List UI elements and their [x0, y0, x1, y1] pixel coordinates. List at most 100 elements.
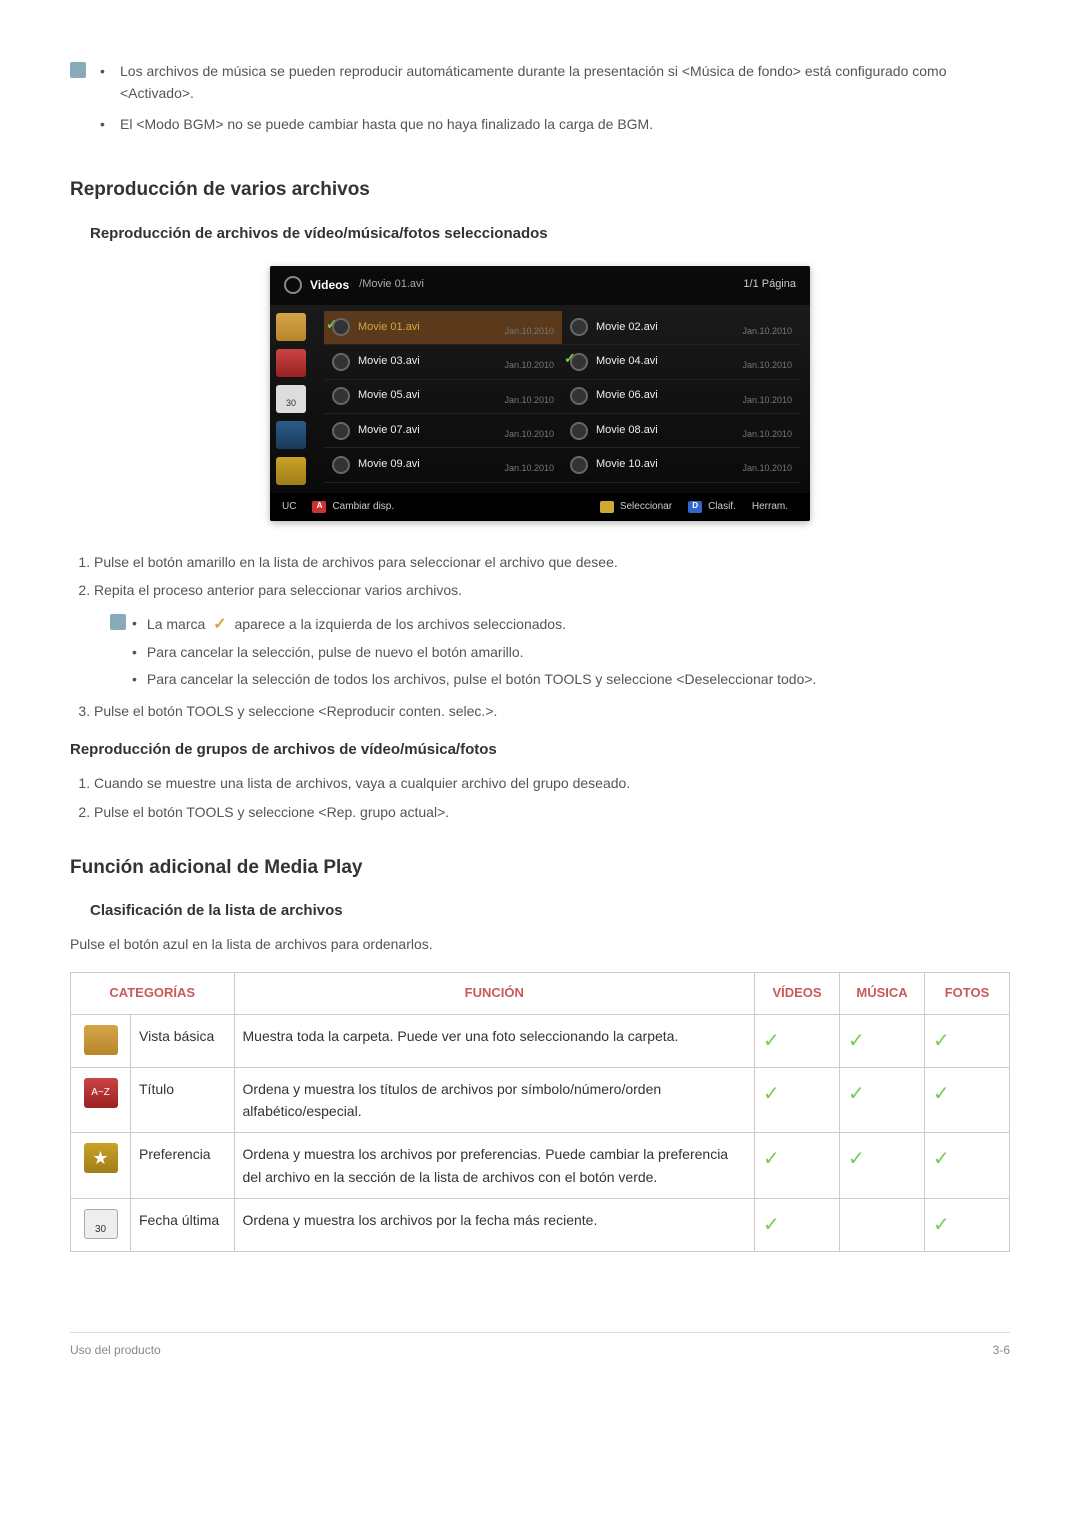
top-notes: • Los archivos de música se pueden repro… — [70, 60, 1010, 135]
check-icon: ✓ — [933, 1030, 950, 1052]
button-d-icon[interactable]: D — [688, 501, 702, 513]
function-desc: Ordena y muestra los títulos de archivos… — [234, 1067, 754, 1133]
reel-icon — [332, 387, 350, 405]
screen-footer: UC A Cambiar disp. Seleccionar D Clasif.… — [270, 493, 810, 521]
check-cell: ✓ — [755, 1133, 840, 1199]
file-item[interactable]: Movie 07.aviJan.10.2010 — [324, 414, 562, 448]
page-indicator: 1/1 Página — [743, 276, 796, 294]
reel-icon — [570, 353, 588, 371]
th-music: MÚSICA — [840, 972, 925, 1014]
check-cell: ✓ — [755, 1014, 840, 1067]
function-desc: Muestra toda la carpeta. Puede ver una f… — [234, 1014, 754, 1067]
check-icon: ✓ — [848, 1148, 865, 1170]
instructions-list-1: Pulse el botón amarillo en la lista de a… — [70, 551, 1010, 602]
table-row: ★PreferenciaOrdena y muestra los archivo… — [71, 1133, 1010, 1199]
heading-additional-function: Función adicional de Media Play — [70, 853, 1010, 883]
file-item[interactable]: Movie 08.avi Jan.10.2010 — [562, 414, 800, 448]
category-name: Fecha última — [131, 1199, 235, 1252]
file-name: Movie 10.avi — [596, 456, 734, 474]
category-name: Título — [131, 1067, 235, 1133]
file-grid: Movie 01.aviJan.10.2010 Movie 02.avi Jan.1… — [314, 305, 810, 493]
function-desc: Ordena y muestra los archivos por la fec… — [234, 1199, 754, 1252]
list-item: Pulse el botón TOOLS y seleccione <Rep. … — [94, 801, 1010, 823]
check-cell: ✓ — [925, 1067, 1010, 1133]
reel-icon — [570, 318, 588, 336]
sub-notes: • La marca ✓ aparece a la izquierda de l… — [110, 612, 1010, 690]
file-name: Movie 08.avi — [596, 422, 734, 440]
preference-icon[interactable] — [276, 457, 306, 485]
heading-multi-playback: Reproducción de varios archivos — [70, 175, 1010, 205]
file-date: Jan.10.2010 — [742, 324, 792, 338]
table-row: Vista básicaMuestra toda la carpeta. Pue… — [71, 1014, 1010, 1067]
sub-note-text: La marca — [147, 616, 205, 632]
file-item[interactable]: Movie 01.aviJan.10.2010 — [324, 311, 562, 345]
file-name: Movie 03.avi — [358, 353, 496, 371]
file-item[interactable]: Movie 09.avi Jan.10.2010 — [324, 448, 562, 482]
tools-label: Herram. — [752, 499, 788, 515]
file-name: Movie 09.avi — [358, 456, 496, 474]
footer-right: 3-6 — [993, 1341, 1010, 1360]
screen-title: Videos — [310, 276, 349, 295]
check-icon: ✓ — [933, 1214, 950, 1236]
file-item[interactable]: Movie 04.aviJan.10.2010 — [562, 345, 800, 379]
category-icon-cell: ★ — [71, 1133, 131, 1199]
th-categories: CATEGORÍAS — [71, 972, 235, 1014]
file-item[interactable]: Movie 05.aviJan.10.2010 — [324, 380, 562, 414]
category-name: Vista básica — [131, 1014, 235, 1067]
star-icon: ★ — [84, 1143, 118, 1173]
table-row: A~ZTítuloOrdena y muestra los títulos de… — [71, 1067, 1010, 1133]
file-date: Jan.10.2010 — [742, 427, 792, 441]
file-date: Jan.10.2010 — [742, 461, 792, 475]
sub-note-text: Para cancelar la selección de todos los … — [147, 668, 1010, 690]
file-name: Movie 05.avi — [358, 387, 496, 405]
category-icon-cell: 30 — [71, 1199, 131, 1252]
instructions-list-2: Cuando se muestre una lista de archivos,… — [70, 772, 1010, 823]
check-cell: ✓ — [925, 1133, 1010, 1199]
sort-table: CATEGORÍAS FUNCIÓN VÍDEOS MÚSICA FOTOS V… — [70, 972, 1010, 1252]
uc-label: UC — [282, 499, 296, 515]
check-icon: ✓ — [933, 1083, 950, 1105]
button-a-label: Cambiar disp. — [332, 499, 394, 515]
file-name: Movie 07.avi — [358, 422, 496, 440]
category-icon-cell: A~Z — [71, 1067, 131, 1133]
date-sort-icon[interactable]: 30 — [276, 385, 306, 413]
th-function: FUNCIÓN — [234, 972, 754, 1014]
file-date: Jan.10.2010 — [504, 461, 554, 475]
button-a-icon[interactable]: A — [312, 501, 326, 513]
sort-intro: Pulse el botón azul en la lista de archi… — [70, 933, 1010, 955]
check-cell: ✓ — [755, 1067, 840, 1133]
button-c-icon[interactable] — [600, 501, 614, 513]
check-icon: ✓ — [763, 1030, 780, 1052]
note-text: El <Modo BGM> no se puede cambiar hasta … — [120, 113, 1010, 135]
list-item: Pulse el botón amarillo en la lista de a… — [94, 551, 1010, 573]
folder-icon[interactable] — [276, 313, 306, 341]
list-item: Repita el proceso anterior para seleccio… — [94, 579, 1010, 601]
note-icon — [70, 62, 86, 78]
file-item[interactable]: Movie 10.avi Jan.10.2010 — [562, 448, 800, 482]
check-icon: ✓ — [848, 1030, 865, 1052]
check-cell: ✓ — [840, 1014, 925, 1067]
category-icon[interactable] — [276, 421, 306, 449]
date-icon: 30 — [84, 1209, 118, 1239]
list-item: Pulse el botón TOOLS y seleccione <Repro… — [94, 700, 1010, 722]
file-date: Jan.10.2010 — [504, 358, 554, 372]
subheading-selected-files: Reproducción de archivos de vídeo/música… — [90, 222, 1010, 246]
sort-sidebar: 30 — [270, 305, 314, 493]
category-icon-cell — [71, 1014, 131, 1067]
file-date: Jan.10.2010 — [742, 393, 792, 407]
file-item[interactable]: Movie 06.aviJan.10.2010 — [562, 380, 800, 414]
reel-icon — [332, 318, 350, 336]
category-name: Preferencia — [131, 1133, 235, 1199]
th-videos: VÍDEOS — [755, 972, 840, 1014]
button-c-label: Seleccionar — [620, 499, 672, 515]
file-item[interactable]: Movie 03.avi Jan.10.2010 — [324, 345, 562, 379]
file-date: Jan.10.2010 — [742, 358, 792, 372]
media-play-screenshot: Videos /Movie 01.avi 1/1 Página 30 Movie… — [270, 266, 810, 521]
az-sort-icon[interactable] — [276, 349, 306, 377]
file-item[interactable]: Movie 02.avi Jan.10.2010 — [562, 311, 800, 345]
check-icon: ✓ — [848, 1083, 865, 1105]
page-footer: Uso del producto 3-6 — [70, 1332, 1010, 1360]
sub-note-text: aparece a la izquierda de los archivos s… — [234, 616, 566, 632]
check-icon: ✓ — [763, 1148, 780, 1170]
file-name: Movie 02.avi — [596, 319, 734, 337]
